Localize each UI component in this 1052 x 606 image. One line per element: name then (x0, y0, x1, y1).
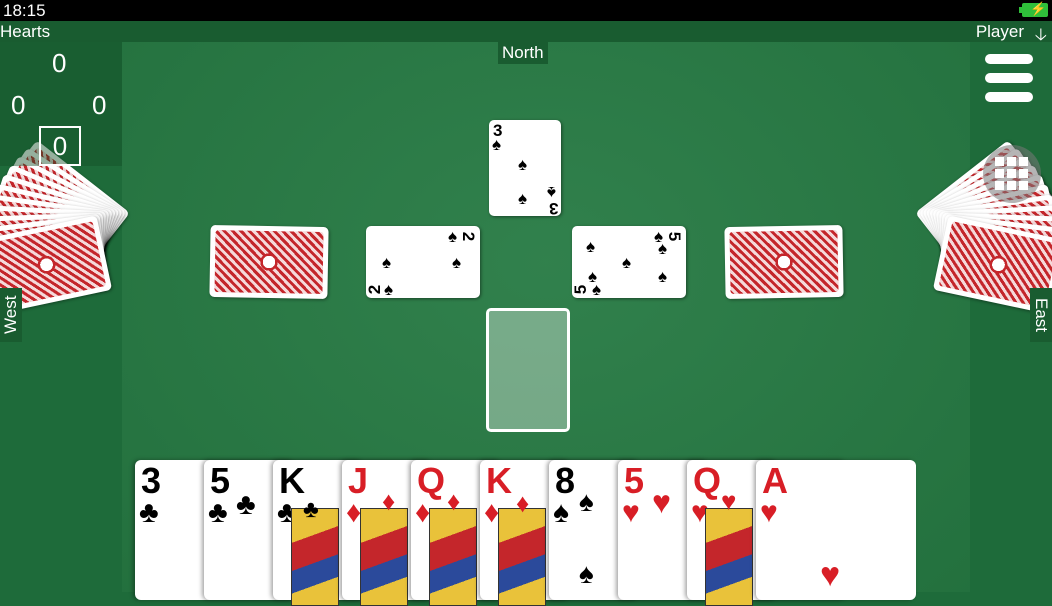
card-rank: A (762, 460, 788, 501)
card-pip-icon: ♦ (447, 486, 461, 516)
card-suit-icon: ♥ (760, 496, 778, 529)
spade-icon: ♠ (382, 253, 392, 272)
card-pip-icon: ♦ (516, 488, 530, 518)
court-card-art (429, 508, 477, 606)
west-card-back (209, 224, 329, 300)
card-pip-icon: ♣ (303, 496, 319, 523)
score-east: 0 (92, 90, 107, 120)
card-pip-icon: ♥ (721, 486, 737, 516)
arrow-down-icon[interactable]: 🡣 (1035, 22, 1047, 51)
card-suit-icon: ♥ (622, 496, 640, 529)
card-rank: 3 (549, 199, 559, 218)
spade-icon: ♠ (658, 239, 668, 258)
spade-icon: ♠ (586, 237, 596, 256)
spade-icon: ♠ (384, 280, 394, 299)
card-pip-icon: ♥ (652, 484, 671, 520)
trick-card-west: 2 ♠ ♠ ♠ ♠ 2 (365, 226, 480, 299)
card-rank: K (486, 460, 512, 501)
card-rank: 5 (624, 460, 645, 501)
court-card-art (360, 508, 408, 606)
east-label: East (1030, 288, 1052, 342)
player-label[interactable]: Player (976, 22, 1024, 42)
north-label: North (498, 42, 548, 64)
trick-card-north: 3 ♠ ♠ ♠ ♠ 3 (489, 120, 561, 218)
west-label: West (0, 288, 22, 342)
menu-icon[interactable] (985, 54, 1037, 116)
spade-icon: ♠ (452, 253, 462, 272)
card-suit-icon: ♣ (139, 496, 159, 529)
trick-card-east: 5 ♠ ♠ ♠ ♠ ♠ ♠ ♠ 5 (571, 226, 686, 299)
hand-card[interactable]: A ♥ ♥ (756, 460, 916, 600)
spade-icon: ♠ (492, 135, 502, 154)
card-pip-icon: ♥ (820, 556, 841, 594)
title-bar (0, 21, 1052, 42)
card-rank: 2 (459, 231, 479, 242)
player-play-slot (486, 308, 570, 432)
east-card-back (724, 224, 844, 300)
card-rank: 5 (210, 460, 231, 501)
score-west: 0 (11, 90, 26, 120)
card-pip-icon: ♠ (579, 486, 594, 517)
spade-icon: ♠ (518, 155, 528, 174)
card-rank: 5 (571, 284, 591, 295)
spade-icon: ♠ (518, 189, 528, 208)
card-rank: 5 (665, 231, 685, 242)
card-suit-icon: ♠ (553, 496, 569, 529)
battery-charging-icon: ⚡ (1019, 1, 1048, 17)
score-player: 0 (39, 126, 81, 166)
court-card-art (498, 508, 546, 606)
card-rank: 3 (141, 460, 162, 501)
spade-icon: ♠ (622, 253, 632, 272)
game-title: Hearts (0, 22, 51, 41)
card-rank: Q (417, 460, 446, 501)
card-rank: 2 (365, 284, 385, 295)
card-pip-icon: ♠ (579, 558, 594, 589)
card-rank: 8 (555, 460, 576, 501)
grid-menu-icon[interactable] (983, 145, 1041, 203)
score-north: 0 (52, 48, 67, 78)
card-pip-icon: ♣ (236, 488, 256, 521)
card-pip-icon: ♦ (382, 486, 396, 516)
card-rank: Q (693, 460, 722, 501)
card-rank: J (348, 460, 369, 501)
status-bar: 18:15 ⚡ (0, 0, 1052, 21)
spade-icon: ♠ (658, 267, 668, 286)
card-rank: K (279, 460, 305, 501)
court-card-art (705, 508, 753, 606)
spade-icon: ♠ (592, 280, 602, 299)
clock: 18:15 (3, 1, 46, 20)
spade-icon: ♠ (448, 227, 458, 246)
card-suit-icon: ♣ (208, 496, 228, 529)
